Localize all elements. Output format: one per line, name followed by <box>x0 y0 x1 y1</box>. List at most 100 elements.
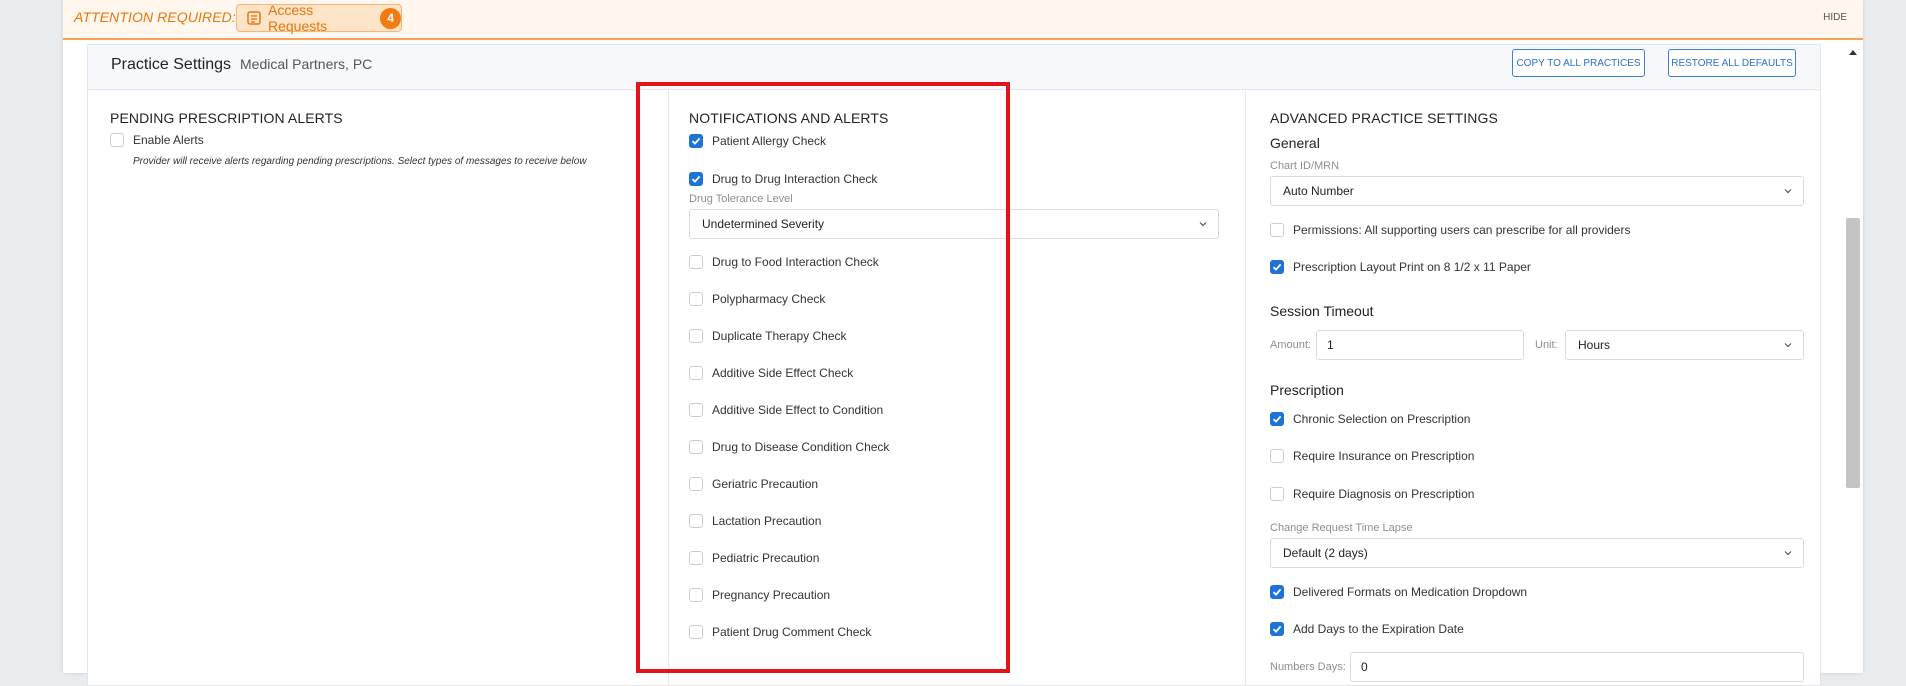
notification-option-label: Drug to Food Interaction Check <box>712 255 879 269</box>
chart-id-label: Chart ID/MRN <box>1270 160 1340 172</box>
pending-alerts-title: PENDING PRESCRIPTION ALERTS <box>110 110 343 126</box>
notification-option-checkbox[interactable]: Patient Drug Comment Check <box>689 625 871 639</box>
access-requests-button[interactable]: Access Requests 4 <box>236 2 402 34</box>
notification-option-checkbox[interactable]: Lactation Precaution <box>689 514 821 528</box>
notification-option-checkbox[interactable]: Drug to Disease Condition Check <box>689 440 889 454</box>
clipboard-icon <box>246 10 262 26</box>
attention-title: ATTENTION REQUIRED: <box>74 9 236 25</box>
drug-drug-checkbox[interactable]: Drug to Drug Interaction Check <box>689 172 877 186</box>
checkbox-box[interactable] <box>689 255 703 269</box>
notification-option-checkbox[interactable]: Duplicate Therapy Check <box>689 329 847 343</box>
patient-allergy-checkbox[interactable]: Patient Allergy Check <box>689 134 826 148</box>
unit-value: Hours <box>1578 338 1611 352</box>
general-title: General <box>1270 135 1320 151</box>
checkbox-box[interactable] <box>1270 622 1284 636</box>
notification-option-label: Polypharmacy Check <box>712 292 826 306</box>
permissions-label: Permissions: All supporting users can pr… <box>1293 223 1631 237</box>
checkbox-box[interactable] <box>1270 487 1284 501</box>
numbers-days-value: 0 <box>1361 660 1368 674</box>
notification-option-checkbox[interactable]: Additive Side Effect Check <box>689 366 853 380</box>
chart-id-value: Auto Number <box>1283 184 1354 198</box>
patient-allergy-label: Patient Allergy Check <box>712 134 827 148</box>
notification-option-checkbox[interactable]: Additive Side Effect to Condition <box>689 403 883 417</box>
main-sheet: ATTENTION REQUIRED: Access Requests 4 HI… <box>63 0 1863 686</box>
tolerance-label: Drug Tolerance Level <box>689 193 793 205</box>
page-title: Practice Settings <box>111 56 232 73</box>
prescription-title: Prescription <box>1270 382 1344 398</box>
advanced-settings-column: ADVANCED PRACTICE SETTINGS General Chart… <box>1245 89 1820 685</box>
tolerance-value: Undetermined Severity <box>702 217 825 231</box>
insurance-label: Require Insurance on Prescription <box>1293 449 1475 463</box>
notification-option-checkbox[interactable]: Drug to Food Interaction Check <box>689 255 879 269</box>
checkbox-box[interactable] <box>689 329 703 343</box>
checkbox-box[interactable] <box>689 292 703 306</box>
access-requests-label: Access Requests <box>268 2 328 34</box>
notifications-title: NOTIFICATIONS AND ALERTS <box>689 110 889 126</box>
checkbox-box[interactable] <box>1270 585 1284 599</box>
enable-alerts-label: Enable Alerts <box>133 133 204 147</box>
practice-settings-panel: Practice Settings Medical Partners, PC C… <box>87 44 1821 686</box>
notification-option-label: Lactation Precaution <box>712 514 822 528</box>
notifications-column: NOTIFICATIONS AND ALERTS Patient Allergy… <box>668 89 1246 685</box>
checkbox-box[interactable] <box>689 366 703 380</box>
restore-all-defaults-button[interactable]: RESTORE ALL DEFAULTS <box>1668 49 1796 77</box>
delivered-formats-label: Delivered Formats on Medication Dropdown <box>1293 585 1528 599</box>
time-lapse-label: Change Request Time Lapse <box>1270 522 1413 534</box>
time-lapse-select[interactable]: Default (2 days) <box>1270 538 1804 568</box>
numbers-days-label: Numbers Days: <box>1270 661 1346 673</box>
checkbox-box[interactable] <box>689 551 703 565</box>
checkbox-box[interactable] <box>689 477 703 491</box>
checkbox-box[interactable] <box>1270 449 1284 463</box>
notification-option-label: Pediatric Precaution <box>712 551 820 565</box>
notification-option-checkbox[interactable]: Pregnancy Precaution <box>689 588 830 602</box>
insurance-checkbox[interactable]: Require Insurance on Prescription <box>1270 449 1474 463</box>
enable-alerts-checkbox[interactable]: Enable Alerts <box>110 133 204 147</box>
permissions-checkbox[interactable]: Permissions: All supporting users can pr… <box>1270 223 1630 237</box>
hide-link[interactable]: HIDE <box>1823 12 1847 23</box>
tolerance-select[interactable]: Undetermined Severity <box>689 209 1219 239</box>
layout-print-label: Prescription Layout Print on 8 1/2 x 11 … <box>1293 260 1531 274</box>
chronic-checkbox[interactable]: Chronic Selection on Prescription <box>1270 412 1470 426</box>
notification-option-label: Additive Side Effect Check <box>712 366 854 380</box>
chronic-label: Chronic Selection on Prescription <box>1293 412 1471 426</box>
access-requests-count: 4 <box>380 7 401 29</box>
scrollbar-thumb[interactable] <box>1846 218 1860 488</box>
amount-input[interactable]: 1 <box>1316 330 1524 360</box>
notification-option-checkbox[interactable]: Polypharmacy Check <box>689 292 825 306</box>
diagnosis-checkbox[interactable]: Require Diagnosis on Prescription <box>1270 487 1474 501</box>
chevron-down-icon <box>1784 551 1792 556</box>
delivered-formats-checkbox[interactable]: Delivered Formats on Medication Dropdown <box>1270 585 1527 599</box>
checkbox-box[interactable] <box>689 588 703 602</box>
checkbox-box[interactable] <box>1270 412 1284 426</box>
checkbox-box[interactable] <box>1270 260 1284 274</box>
chart-id-select[interactable]: Auto Number <box>1270 176 1804 206</box>
unit-select[interactable]: Hours <box>1565 330 1804 360</box>
checkbox-box[interactable] <box>1270 223 1284 237</box>
checkbox-box[interactable] <box>689 625 703 639</box>
notification-option-label: Drug to Disease Condition Check <box>712 440 890 454</box>
layout-print-checkbox[interactable]: Prescription Layout Print on 8 1/2 x 11 … <box>1270 260 1531 274</box>
notification-option-label: Geriatric Precaution <box>712 477 819 491</box>
scroll-up-arrow-icon[interactable] <box>1848 48 1858 56</box>
checkbox-box[interactable] <box>689 134 703 148</box>
notification-option-checkbox[interactable]: Geriatric Precaution <box>689 477 818 491</box>
checkbox-box[interactable] <box>689 514 703 528</box>
checkbox-box[interactable] <box>689 440 703 454</box>
notification-option-checkbox[interactable]: Pediatric Precaution <box>689 551 819 565</box>
add-days-checkbox[interactable]: Add Days to the Expiration Date <box>1270 622 1464 636</box>
add-days-label: Add Days to the Expiration Date <box>1293 622 1464 636</box>
diagnosis-label: Require Diagnosis on Prescription <box>1293 487 1475 501</box>
notification-option-label: Pregnancy Precaution <box>712 588 831 602</box>
notification-option-label: Patient Drug Comment Check <box>712 625 872 639</box>
checkbox-box[interactable] <box>689 172 703 186</box>
numbers-days-input[interactable]: 0 <box>1350 652 1804 682</box>
pending-alerts-column: PENDING PRESCRIPTION ALERTS Enable Alert… <box>88 89 668 685</box>
time-lapse-value: Default (2 days) <box>1283 546 1368 560</box>
amount-label: Amount: <box>1270 339 1311 351</box>
attention-bar: ATTENTION REQUIRED: Access Requests 4 HI… <box>63 0 1863 40</box>
checkbox-box[interactable] <box>689 403 703 417</box>
copy-to-all-practices-button[interactable]: COPY TO ALL PRACTICES <box>1512 49 1645 77</box>
chevron-down-icon <box>1784 189 1792 194</box>
session-timeout-title: Session Timeout <box>1270 303 1374 319</box>
checkbox-box[interactable] <box>110 133 124 147</box>
